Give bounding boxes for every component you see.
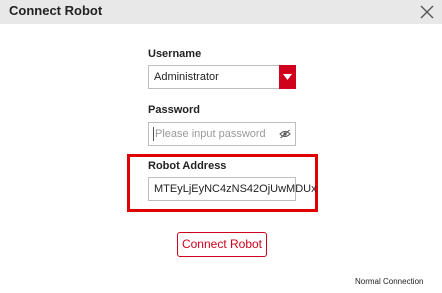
connection-mode-status: Normal Connection — [355, 277, 424, 286]
dialog-title: Connect Robot — [9, 3, 103, 18]
chevron-down-icon — [283, 74, 292, 80]
robot-address-value: MTEyLjEyNC4zNS42OjUwMDUx — [154, 183, 317, 195]
password-field[interactable] — [148, 122, 296, 146]
username-select[interactable]: Administrator — [148, 65, 296, 89]
eye-off-icon[interactable] — [279, 129, 291, 139]
password-input[interactable] — [153, 127, 279, 141]
connect-robot-button[interactable]: Connect Robot — [177, 232, 267, 257]
username-dropdown-button[interactable] — [279, 65, 296, 89]
username-value: Administrator — [154, 71, 219, 83]
close-button[interactable] — [418, 3, 436, 21]
title-bar: Connect Robot — [0, 0, 442, 24]
robot-address-label: Robot Address — [148, 160, 227, 172]
username-label: Username — [148, 48, 202, 60]
robot-address-field[interactable]: MTEyLjEyNC4zNS42OjUwMDUx — [148, 177, 317, 201]
password-label: Password — [148, 104, 200, 116]
close-icon — [420, 5, 434, 19]
